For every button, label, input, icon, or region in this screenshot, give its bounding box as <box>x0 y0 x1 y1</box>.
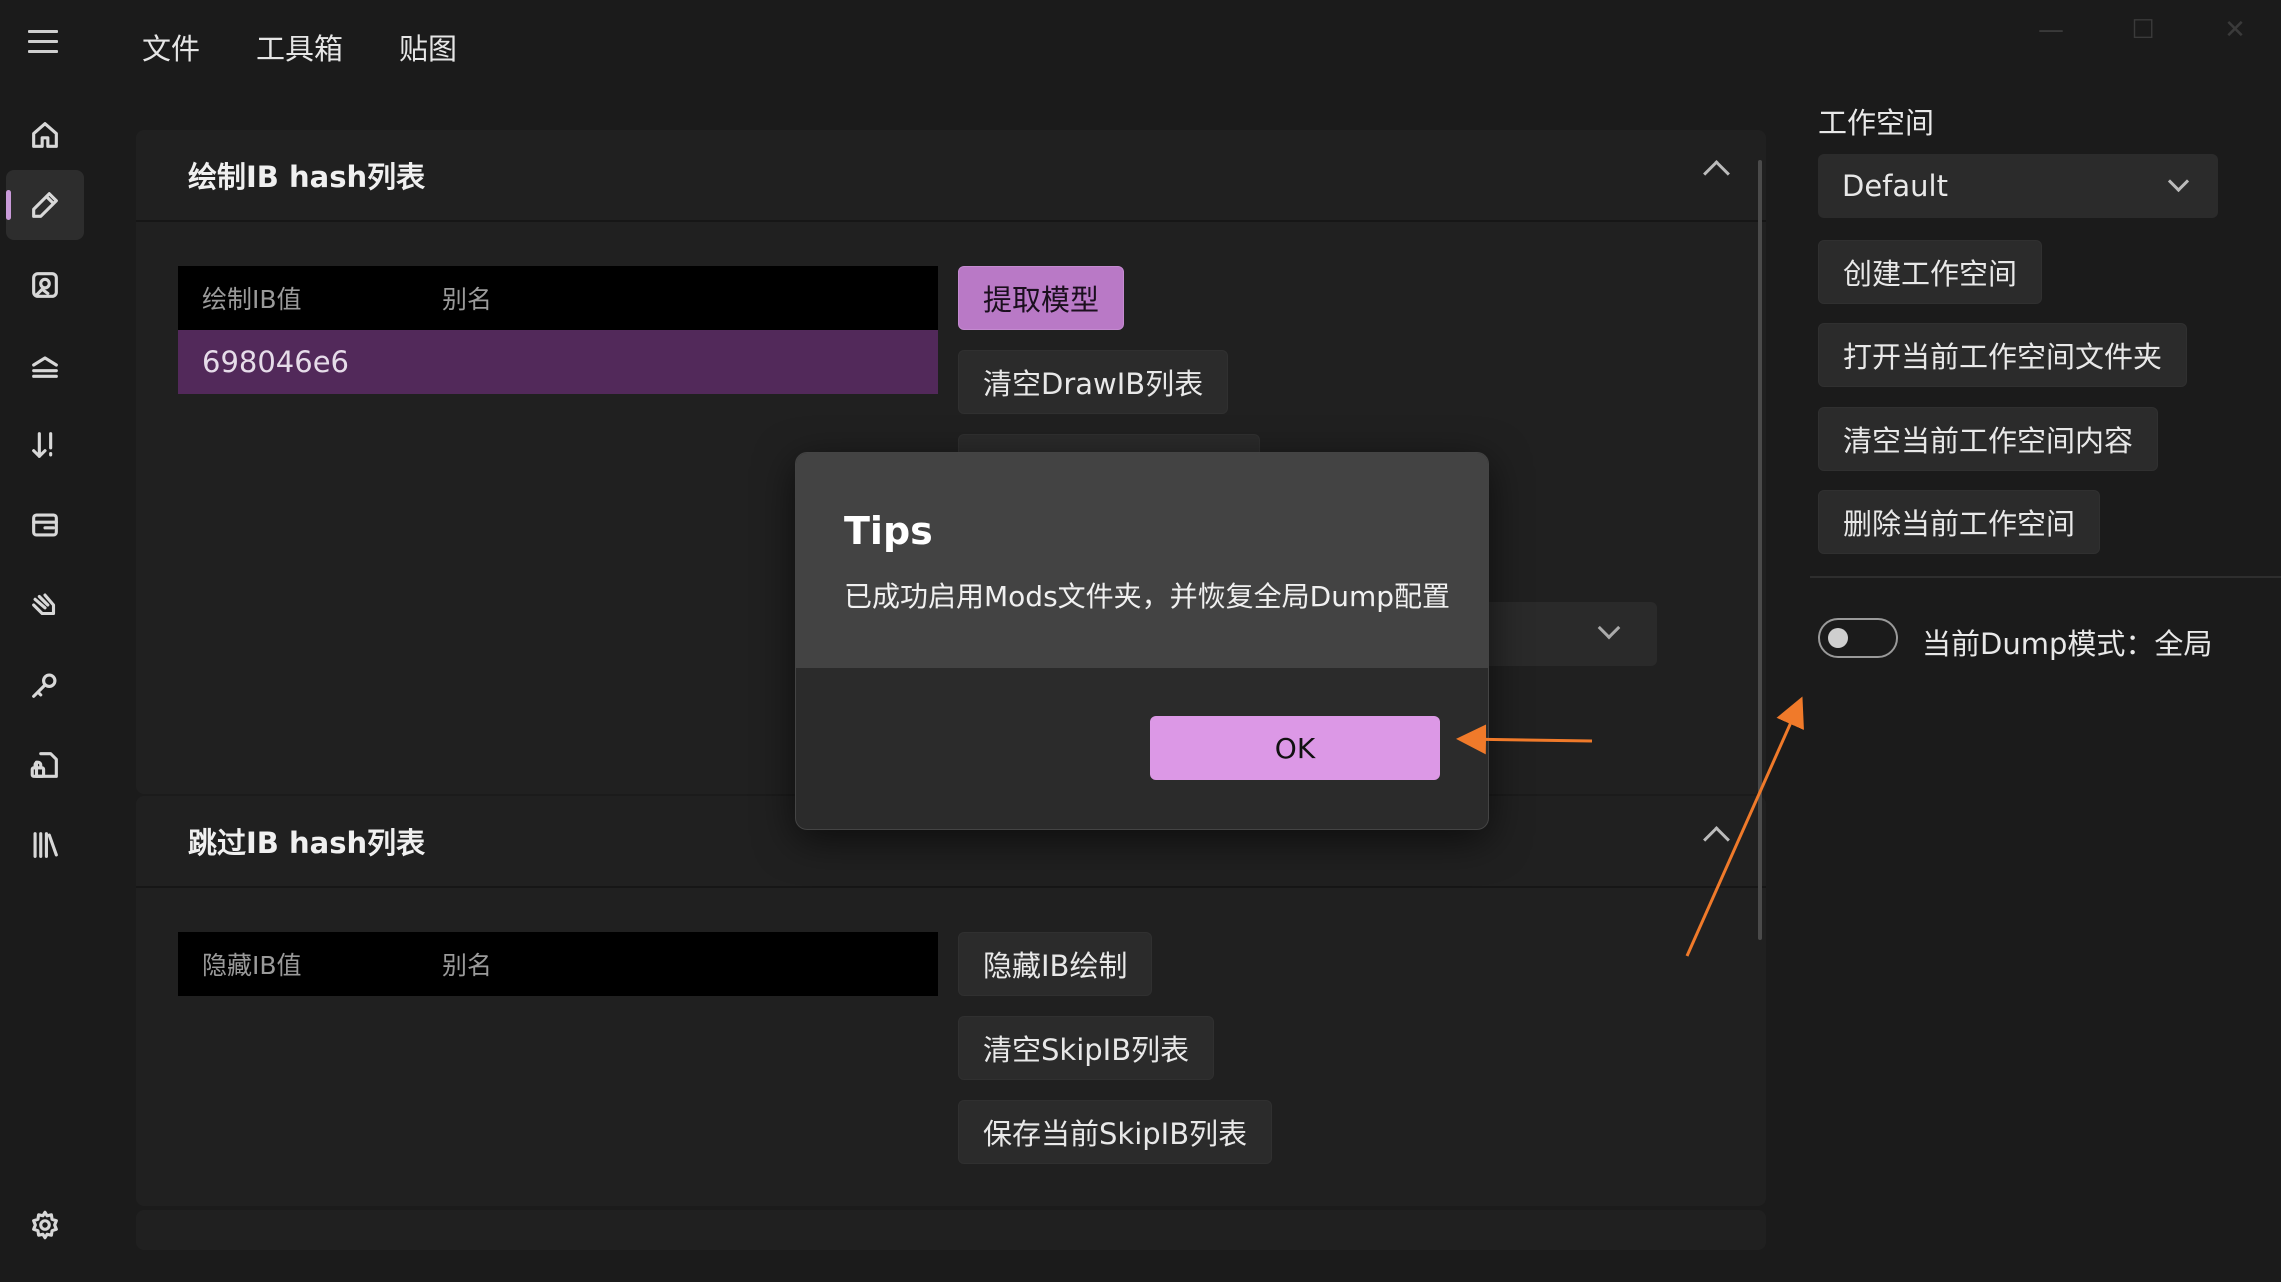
skip-ib-panel-title: 跳过IB hash列表 <box>188 826 426 860</box>
hamburger-menu-icon[interactable] <box>28 30 58 53</box>
clear-drawib-button[interactable]: 清空DrawIB列表 <box>958 350 1229 414</box>
draw-ib-table: 绘制IB值 别名 698046e6 <box>178 266 938 394</box>
image-icon <box>32 272 58 298</box>
ok-button[interactable]: OK <box>1150 716 1440 780</box>
draw-ib-table-header: 绘制IB值 别名 <box>178 266 938 330</box>
dump-mode-label: 当前Dump模式：全局 <box>1922 627 2213 661</box>
menu-bar: 文件 工具箱 贴图 <box>142 26 457 68</box>
column-draw-ib-value: 绘制IB值 <box>202 285 302 314</box>
column-hidden-ib-value: 隐藏IB值 <box>202 951 302 980</box>
hand-icon <box>32 593 56 616</box>
collapsed-panel <box>136 1210 1766 1250</box>
divider <box>1810 576 2281 578</box>
dump-mode-toggle[interactable] <box>1818 618 1898 658</box>
key-icon <box>32 673 57 698</box>
nav-images[interactable] <box>6 250 84 320</box>
chevron-down-icon <box>1597 616 1621 640</box>
delete-workspace-button[interactable]: 删除当前工作空间 <box>1818 490 2101 554</box>
draw-ib-panel-header[interactable]: 绘制IB hash列表 <box>136 130 1766 222</box>
storage-icon <box>32 513 58 537</box>
sort-icon <box>32 432 53 458</box>
workspace-select[interactable]: Default <box>1818 154 2218 218</box>
chevron-up-icon[interactable] <box>1703 160 1730 187</box>
skip-ib-panel: 跳过IB hash列表 隐藏IB值 别名 隐藏IB绘制 清空SkipIB列表 保… <box>136 796 1766 1206</box>
sidebar <box>0 90 88 1240</box>
clear-workspace-button[interactable]: 清空当前工作空间内容 <box>1818 407 2159 471</box>
workspace-title: 工作空间 <box>1818 106 1935 140</box>
file-lock-icon <box>30 752 58 778</box>
skip-ib-table: 隐藏IB值 别名 <box>178 932 938 996</box>
save-skipib-button[interactable]: 保存当前SkipIB列表 <box>958 1100 1273 1164</box>
dialog-content: Tips 已成功启用Mods文件夹，并恢复全局Dump配置 <box>796 453 1488 668</box>
nav-settings[interactable] <box>6 1190 84 1260</box>
layers-icon <box>32 356 58 378</box>
column-alias: 别名 <box>442 951 493 980</box>
nav-gesture[interactable] <box>6 570 84 640</box>
column-alias: 别名 <box>442 285 493 314</box>
pencil-icon <box>32 192 58 218</box>
nav-storage[interactable] <box>6 490 84 560</box>
maximize-button[interactable]: ☐ <box>2097 0 2189 60</box>
menu-toolbox[interactable]: 工具箱 <box>256 26 343 68</box>
gear-icon <box>32 1210 58 1240</box>
dialog-title: Tips <box>844 509 933 553</box>
open-workspace-folder-button[interactable]: 打开当前工作空间文件夹 <box>1818 323 2188 387</box>
close-button[interactable]: ✕ <box>2189 0 2281 60</box>
skip-ib-table-header: 隐藏IB值 别名 <box>178 932 938 996</box>
clear-skipib-button[interactable]: 清空SkipIB列表 <box>958 1016 1215 1080</box>
nav-layers[interactable] <box>6 330 84 400</box>
chevron-down-icon <box>2167 170 2190 193</box>
library-icon <box>33 832 58 858</box>
nav-sort[interactable] <box>6 410 84 480</box>
menu-file[interactable]: 文件 <box>142 26 200 68</box>
chevron-up-icon[interactable] <box>1703 826 1730 853</box>
nav-file-lock[interactable] <box>6 730 84 800</box>
hide-ib-draw-button[interactable]: 隐藏IB绘制 <box>958 932 1153 996</box>
nav-library[interactable] <box>6 810 84 880</box>
tips-dialog: Tips 已成功启用Mods文件夹，并恢复全局Dump配置 OK <box>795 452 1489 830</box>
workspace-select-value: Default <box>1842 169 1948 203</box>
nav-edit[interactable] <box>6 170 84 240</box>
minimize-button[interactable]: — <box>2005 0 2097 60</box>
nav-home[interactable] <box>6 100 84 170</box>
draw-ib-value-cell: 698046e6 <box>202 345 349 379</box>
nav-key[interactable] <box>6 650 84 720</box>
extract-model-button[interactable]: 提取模型 <box>958 266 1125 330</box>
caption-buttons: — ☐ ✕ <box>2005 0 2281 60</box>
menu-textures[interactable]: 贴图 <box>399 26 457 68</box>
create-workspace-button[interactable]: 创建工作空间 <box>1818 240 2043 304</box>
scrollbar[interactable] <box>1758 160 1762 940</box>
table-row[interactable]: 698046e6 <box>178 330 938 394</box>
dialog-message: 已成功启用Mods文件夹，并恢复全局Dump配置 <box>844 580 1451 613</box>
app-window: 文件 工具箱 贴图 — ☐ ✕ 绘制IB hash列表 绘制IB值 别名 698… <box>0 0 2281 1282</box>
home-icon <box>32 122 58 148</box>
draw-ib-panel-title: 绘制IB hash列表 <box>188 160 426 194</box>
